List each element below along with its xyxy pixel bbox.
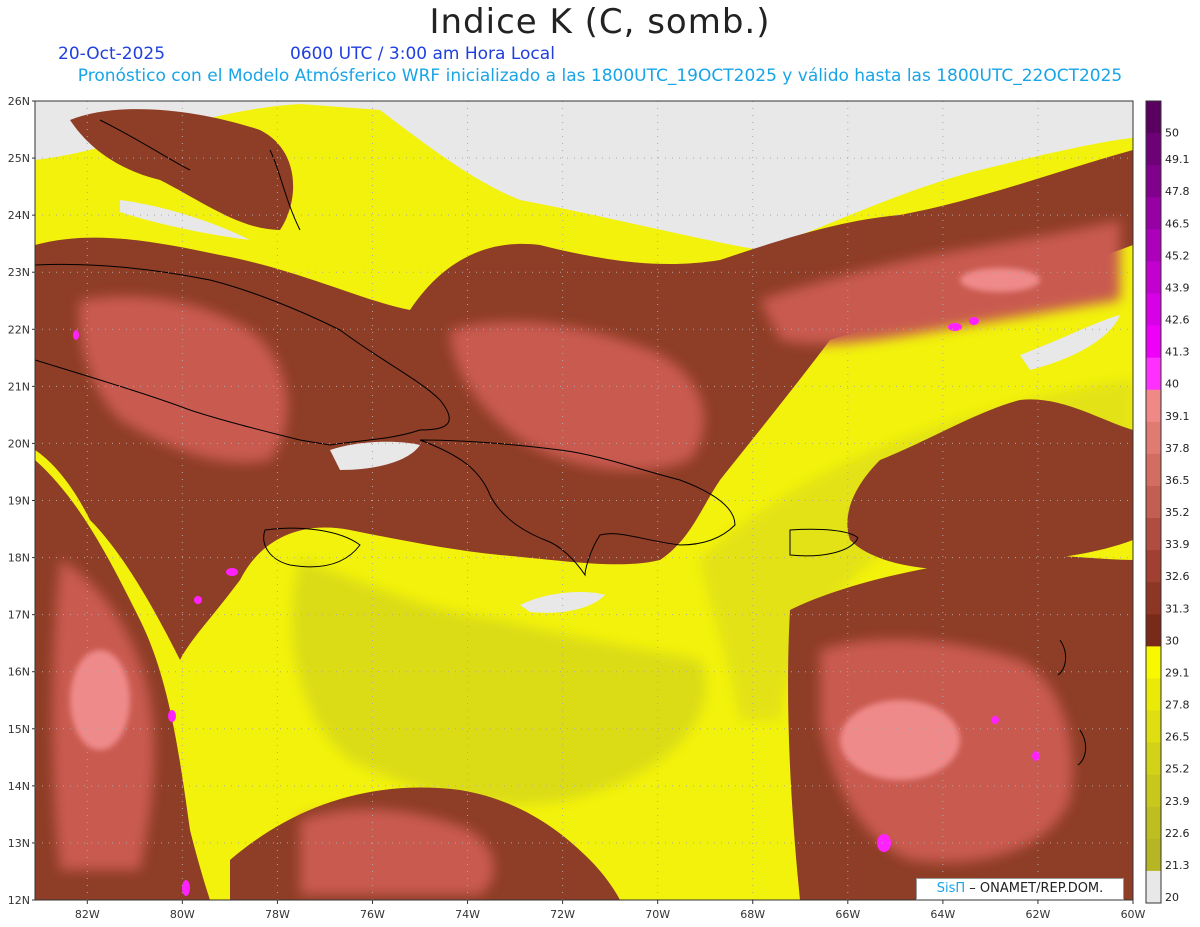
- lon-tick-label: 70W: [645, 908, 670, 921]
- lon-tick-label: 68W: [740, 908, 765, 921]
- colorbar-segment: [1146, 165, 1161, 198]
- colorbar-segment: [1146, 197, 1161, 230]
- colorbar-label: 43.9: [1165, 281, 1190, 294]
- lat-tick-label: 24N: [8, 209, 30, 222]
- map-field: [35, 101, 1133, 900]
- colorbar-label: 46.5: [1165, 217, 1190, 230]
- lat-tick-label: 19N: [8, 495, 30, 508]
- lon-tick-label: 80W: [170, 908, 195, 921]
- lon-tick-label: 64W: [930, 908, 955, 921]
- colorbar-label: 33.9: [1165, 538, 1190, 551]
- lat-tick-label: 15N: [8, 723, 30, 736]
- sis-logo-text: SisΠ: [936, 881, 966, 896]
- colorbar-label: 27.8: [1165, 699, 1190, 712]
- colorbar-segment: [1146, 518, 1161, 551]
- lon-tick-label: 74W: [455, 908, 480, 921]
- lon-tick-label: 76W: [360, 908, 385, 921]
- colorbar-label: 45.2: [1165, 249, 1190, 262]
- lat-tick-label: 17N: [8, 609, 30, 622]
- colorbar-segment: [1146, 293, 1161, 327]
- colorbar-label: 37.8: [1165, 442, 1190, 455]
- colorbar-label: 36.5: [1165, 474, 1190, 487]
- lon-tick-label: 78W: [265, 908, 290, 921]
- colorbar-label: 20: [1165, 891, 1179, 904]
- colorbar-segment: [1146, 101, 1161, 134]
- colorbar-label: 25.2: [1165, 763, 1190, 776]
- colorbar-segment: [1146, 838, 1161, 872]
- lat-tick-label: 18N: [8, 552, 30, 565]
- colorbar-segment: [1146, 614, 1161, 647]
- colorbar-label: 30: [1165, 634, 1179, 647]
- colorbar: 50 49.1 47.8 46.5 45.2 43.9 42.6 41.3 40 39.1 37.8…: [1145, 100, 1190, 904]
- lat-tick-label: 23N: [8, 266, 30, 279]
- lon-tick-label: 66W: [835, 908, 860, 921]
- colorbar-segment: [1146, 421, 1161, 455]
- credit-org: – ONAMET/REP.DOM.: [969, 881, 1104, 896]
- colorbar-label: 42.6: [1165, 314, 1190, 327]
- colorbar-label: 32.6: [1165, 570, 1190, 583]
- lat-tick-label: 16N: [8, 666, 30, 679]
- colorbar-segment: [1146, 550, 1161, 583]
- colorbar-segment: [1146, 389, 1161, 423]
- lat-tick-label: 26N: [8, 95, 30, 108]
- colorbar-label: 40: [1165, 378, 1179, 391]
- colorbar-segment: [1146, 582, 1161, 615]
- lat-tick-label: 21N: [8, 380, 30, 393]
- lat-tick-label: 20N: [8, 437, 30, 450]
- lat-tick-label: 13N: [8, 837, 30, 850]
- colorbar-segment: [1146, 357, 1161, 391]
- lon-tick-label: 72W: [550, 908, 575, 921]
- colorbar-segment: [1146, 870, 1161, 904]
- colorbar-segment: [1146, 261, 1161, 294]
- colorbar-label: 22.6: [1165, 827, 1190, 840]
- lon-tick-label: 62W: [1025, 908, 1050, 921]
- colorbar-segment: [1146, 774, 1161, 808]
- colorbar-label: 39.1: [1165, 410, 1190, 423]
- colorbar-segment: [1146, 806, 1161, 840]
- lat-tick-label: 12N: [8, 894, 30, 907]
- colorbar-label: 23.9: [1165, 795, 1190, 808]
- colorbar-segment: [1146, 453, 1161, 487]
- latitude-labels: 12N 13N 14N 15N 16N 17N 18N 19N 20N 21N 22N 23N 24N 2…: [8, 95, 35, 907]
- colorbar-label: 49.1: [1165, 153, 1190, 166]
- colorbar-label: 29.1: [1165, 666, 1190, 679]
- k-index-map: 12N 13N 14N 15N 16N 17N 18N 19N 20N 21N 22N 23N 24N 2…: [8, 95, 1190, 921]
- colorbar-label: 35.2: [1165, 506, 1190, 519]
- colorbar-label: 21.3: [1165, 859, 1190, 872]
- colorbar-segment: [1146, 485, 1161, 519]
- colorbar-segment: [1146, 646, 1161, 679]
- credit-box: SisΠ – ONAMET/REP.DOM.: [916, 878, 1124, 900]
- colorbar-segment: [1146, 710, 1161, 744]
- lon-tick-label: 60W: [1121, 908, 1146, 921]
- colorbar-segment: [1146, 133, 1161, 166]
- colorbar-segment: [1146, 325, 1161, 359]
- colorbar-segment: [1146, 678, 1161, 712]
- lon-tick-label: 82W: [75, 908, 100, 921]
- colorbar-label: 31.3: [1165, 602, 1190, 615]
- colorbar-segment: [1146, 229, 1161, 262]
- colorbar-label: 50: [1165, 126, 1179, 139]
- colorbar-segment: [1146, 742, 1161, 776]
- lat-tick-label: 14N: [8, 780, 30, 793]
- lat-tick-label: 22N: [8, 323, 30, 336]
- colorbar-label: 41.3: [1165, 346, 1190, 359]
- colorbar-label: 47.8: [1165, 185, 1190, 198]
- longitude-labels: 82W 80W 78W 76W 74W 72W 70W 68W 66W 64W 62W 60W: [75, 900, 1146, 921]
- colorbar-label: 26.5: [1165, 731, 1190, 744]
- lat-tick-label: 25N: [8, 152, 30, 165]
